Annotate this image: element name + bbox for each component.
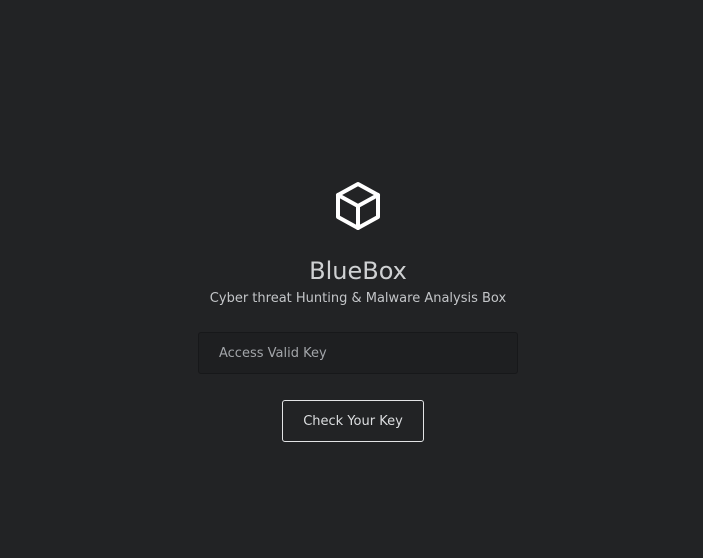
check-key-button[interactable]: Check Your Key	[282, 400, 424, 442]
cube-icon	[336, 182, 380, 230]
app-title: BlueBox	[309, 257, 407, 285]
access-key-input[interactable]	[198, 332, 518, 374]
app-subtitle: Cyber threat Hunting & Malware Analysis …	[209, 291, 507, 306]
login-page: BlueBox Cyber threat Hunting & Malware A…	[0, 0, 703, 558]
